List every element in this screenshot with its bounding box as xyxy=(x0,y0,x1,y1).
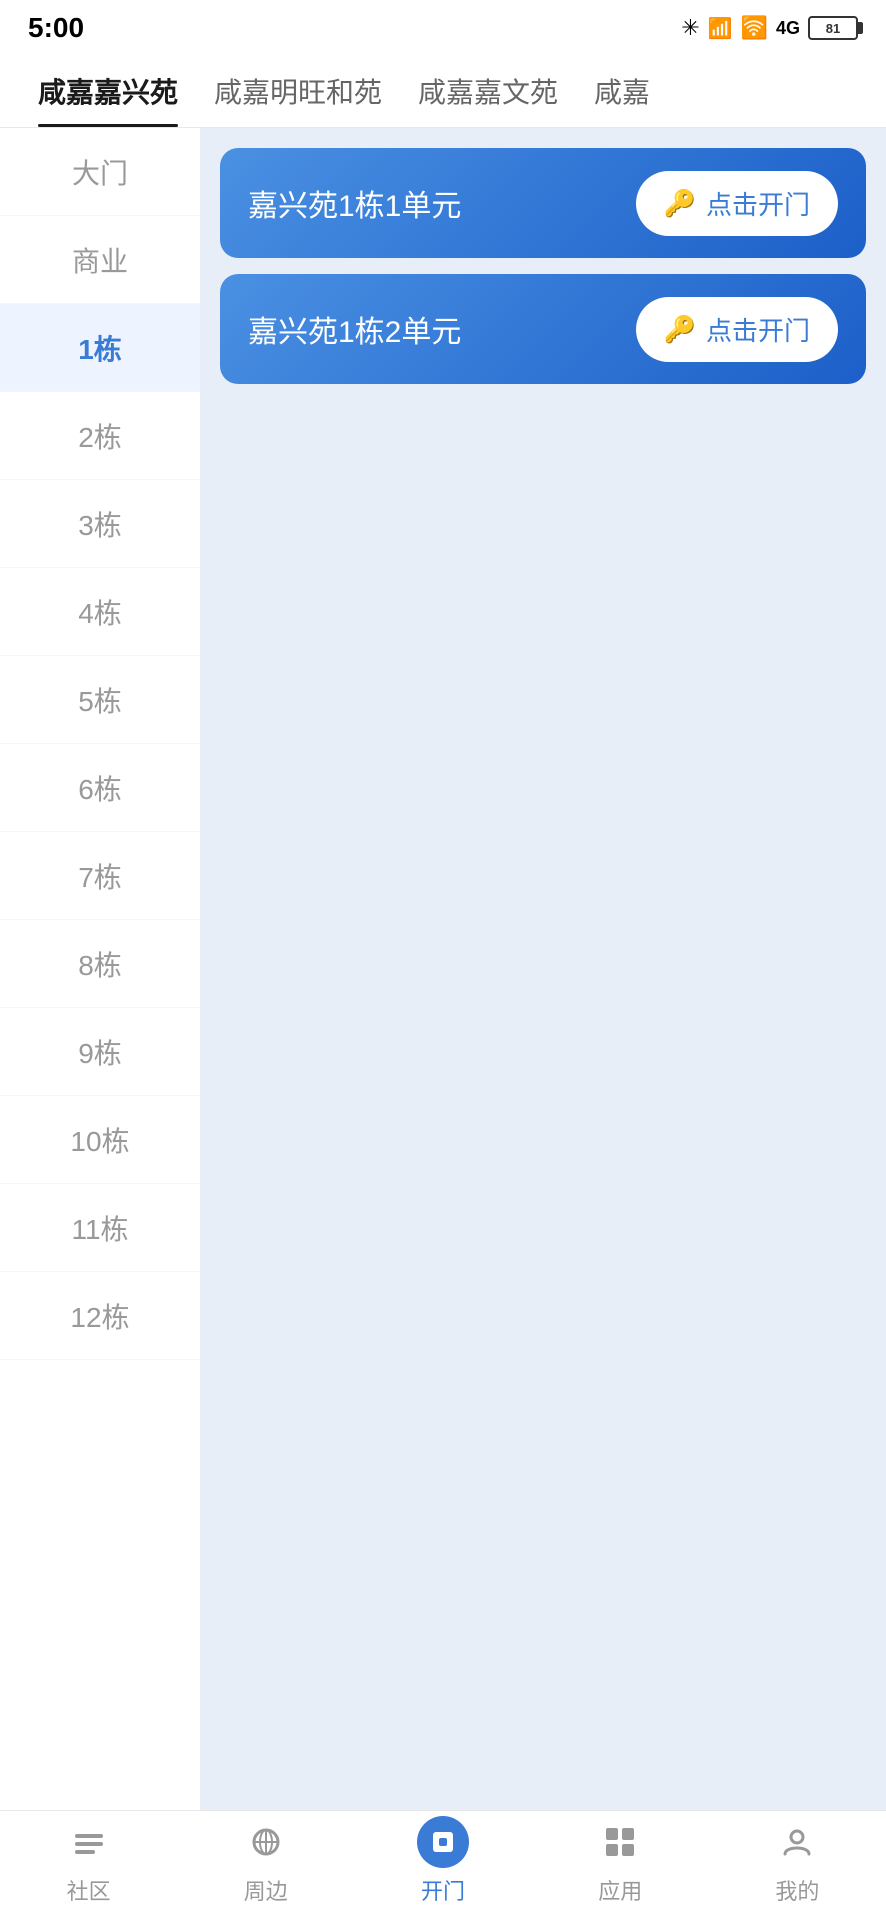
tab-mingwangheyuan[interactable]: 咸嘉明旺和苑 xyxy=(196,71,400,127)
open-door-unit1-button[interactable]: 🔑 点击开门 xyxy=(636,171,838,236)
nav-item-mine[interactable]: 我的 xyxy=(709,1816,886,1906)
nav-item-apps[interactable]: 应用 xyxy=(532,1816,709,1906)
bottom-nav: 社区 周边 开门 xyxy=(0,1810,886,1920)
sidebar-item-building12[interactable]: 12栋 xyxy=(0,1272,200,1360)
network-icon: 4G xyxy=(776,18,800,39)
open-door-unit2-button[interactable]: 🔑 点击开门 xyxy=(636,297,838,362)
tab-jiawenyuan[interactable]: 咸嘉嘉文苑 xyxy=(400,71,576,127)
main-content: 大门 商业 1栋 2栋 3栋 4栋 5栋 6栋 7栋 8栋 9栋 10栋 11栋… xyxy=(0,128,886,1810)
mine-icon xyxy=(771,1816,823,1868)
open-door-unit1-label: 点击开门 xyxy=(706,185,810,222)
sidebar-item-building11[interactable]: 11栋 xyxy=(0,1184,200,1272)
apps-icon xyxy=(594,1816,646,1868)
nav-label-nearby: 周边 xyxy=(244,1874,288,1906)
sidebar-item-building9[interactable]: 9栋 xyxy=(0,1008,200,1096)
sidebar-item-building10[interactable]: 10栋 xyxy=(0,1096,200,1184)
nav-item-community[interactable]: 社区 xyxy=(0,1816,177,1906)
status-time: 5:00 xyxy=(28,12,84,44)
nearby-icon xyxy=(240,1816,292,1868)
sidebar-item-building7[interactable]: 7栋 xyxy=(0,832,200,920)
sidebar-item-building8[interactable]: 8栋 xyxy=(0,920,200,1008)
nav-item-opendoor[interactable]: 开门 xyxy=(354,1816,531,1906)
sidebar-item-building6[interactable]: 6栋 xyxy=(0,744,200,832)
nav-label-opendoor: 开门 xyxy=(421,1874,465,1906)
tab-xianjia[interactable]: 咸嘉 xyxy=(576,71,668,127)
sidebar-item-building2[interactable]: 2栋 xyxy=(0,392,200,480)
top-tabs: 咸嘉嘉兴苑 咸嘉明旺和苑 咸嘉嘉文苑 咸嘉 xyxy=(0,56,886,128)
battery-icon: 81 xyxy=(808,16,858,40)
wifi-icon: 🛜 xyxy=(741,15,768,41)
bluetooth-icon: ✳ xyxy=(681,15,699,41)
nav-item-nearby[interactable]: 周边 xyxy=(177,1816,354,1906)
sidebar-item-building5[interactable]: 5栋 xyxy=(0,656,200,744)
key-icon-2: 🔑 xyxy=(664,314,696,345)
sidebar-item-commercial[interactable]: 商业 xyxy=(0,216,200,304)
nav-label-apps: 应用 xyxy=(598,1874,642,1906)
door-card-unit1: 嘉兴苑1栋1单元 🔑 点击开门 xyxy=(220,148,866,258)
sidebar: 大门 商业 1栋 2栋 3栋 4栋 5栋 6栋 7栋 8栋 9栋 10栋 11栋… xyxy=(0,128,200,1810)
door-card-unit2-title: 嘉兴苑1栋2单元 xyxy=(248,307,461,351)
nav-label-community: 社区 xyxy=(67,1874,111,1906)
nav-label-mine: 我的 xyxy=(775,1874,819,1906)
tab-jiaxingyuan[interactable]: 咸嘉嘉兴苑 xyxy=(20,71,196,127)
open-door-unit2-label: 点击开门 xyxy=(706,311,810,348)
sidebar-item-building3[interactable]: 3栋 xyxy=(0,480,200,568)
door-card-unit2: 嘉兴苑1栋2单元 🔑 点击开门 xyxy=(220,274,866,384)
sidebar-item-gate[interactable]: 大门 xyxy=(0,128,200,216)
status-bar: 5:00 ✳ 📶 🛜 4G 81 xyxy=(0,0,886,56)
community-icon xyxy=(63,1816,115,1868)
sidebar-item-building1[interactable]: 1栋 xyxy=(0,304,200,392)
sidebar-item-building4[interactable]: 4栋 xyxy=(0,568,200,656)
signal-icon: 📶 xyxy=(708,16,733,41)
status-icons: ✳ 📶 🛜 4G 81 xyxy=(681,15,858,41)
opendoor-icon xyxy=(417,1816,469,1868)
content-area: 嘉兴苑1栋1单元 🔑 点击开门 嘉兴苑1栋2单元 🔑 点击开门 xyxy=(200,128,886,1810)
door-card-unit1-title: 嘉兴苑1栋1单元 xyxy=(248,181,461,225)
key-icon: 🔑 xyxy=(664,188,696,219)
